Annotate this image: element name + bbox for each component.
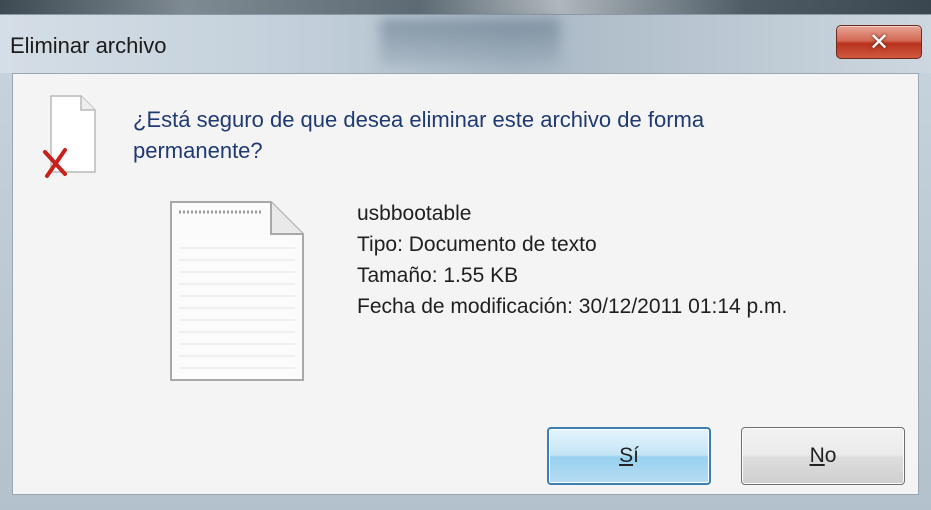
file-type: Tipo: Documento de texto: [357, 233, 597, 256]
text-document-icon: [170, 201, 304, 381]
no-mnemonic: N: [809, 444, 825, 467]
dialog-content: ¿Está seguro de que desea eliminar este …: [12, 73, 919, 495]
file-details: usbbootable Tipo: Documento de texto Tam…: [357, 198, 787, 322]
file-modified-date: Fecha de modificación: 30/12/2011 01:14 …: [357, 295, 788, 318]
no-label-rest: o: [824, 444, 837, 467]
title-bar-glare: [380, 19, 560, 67]
confirmation-question: ¿Está seguro de que desea eliminar este …: [133, 107, 705, 163]
yes-button[interactable]: Sí: [547, 427, 711, 485]
desktop-background: [0, 0, 931, 14]
window-title: Eliminar archivo: [10, 33, 167, 58]
close-icon: ✕: [868, 28, 890, 56]
file-size: Tamaño: 1.55 KB: [357, 264, 519, 287]
no-button[interactable]: No: [741, 427, 905, 485]
yes-mnemonic: S: [619, 444, 634, 467]
title-bar[interactable]: Eliminar archivo ✕: [0, 15, 931, 73]
close-button[interactable]: ✕: [836, 25, 922, 59]
delete-file-icon: [43, 95, 96, 178]
yes-label-rest: í: [633, 444, 639, 467]
delete-file-dialog: Eliminar archivo ✕ ¿Está seguro de que d…: [0, 14, 931, 510]
file-name: usbbootable: [357, 202, 472, 225]
